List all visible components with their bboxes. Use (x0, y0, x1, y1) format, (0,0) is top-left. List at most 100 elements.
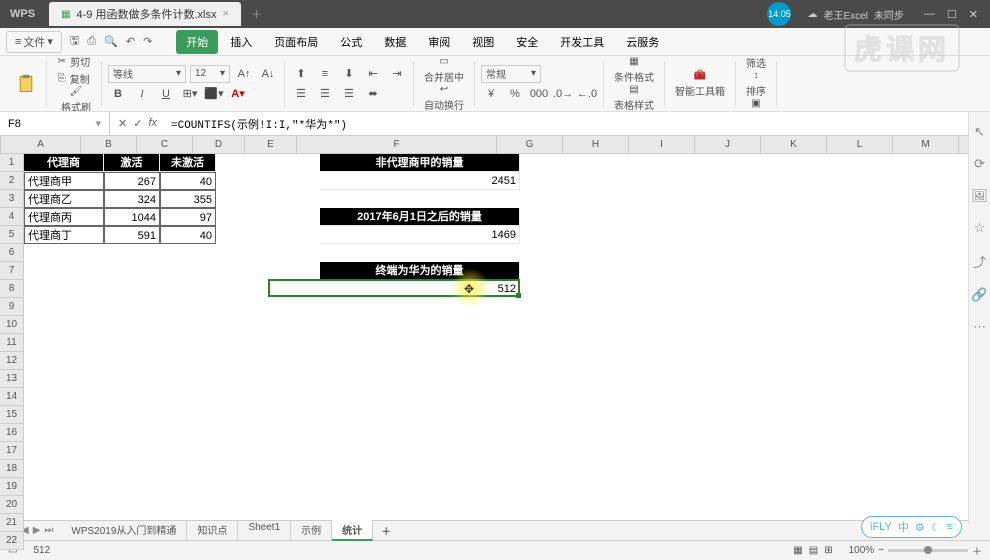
ribbon-tab-1[interactable]: 插入 (220, 30, 262, 54)
cell[interactable]: 2451 (320, 172, 520, 190)
column-headers[interactable]: ABCDEFGHIJKLMN (1, 136, 990, 154)
cut-button[interactable]: ✂剪切 (58, 56, 90, 69)
file-tab[interactable]: ▦ 4-9 用函数做多条件计数.xlsx × (49, 2, 241, 26)
row-header[interactable]: 18 (0, 460, 23, 478)
size-combo[interactable]: 12▾ (190, 65, 230, 83)
row-header[interactable]: 4 (0, 208, 23, 226)
file-menu-button[interactable]: ≡文件▾ (6, 31, 62, 53)
ifly-lang-icon[interactable]: 中 (898, 519, 909, 535)
favorite-icon[interactable]: ☆ (974, 220, 986, 236)
cell[interactable]: 未激活 (160, 154, 216, 172)
user-area[interactable]: ☁ 老王Excel 未同步 (799, 7, 911, 22)
col-header[interactable]: L (827, 136, 893, 153)
preview-icon[interactable]: 🔍 (104, 35, 118, 48)
ribbon-tab-2[interactable]: 页面布局 (264, 30, 328, 54)
cell[interactable]: 40 (160, 226, 216, 244)
gallery-icon[interactable]: 🖼 (971, 188, 988, 204)
print-icon[interactable]: ⎙ (87, 35, 96, 48)
row-header[interactable]: 21 (0, 514, 23, 532)
cell[interactable]: 97 (160, 208, 216, 226)
ifly-gear-icon[interactable]: ⚙ (915, 521, 925, 534)
link-icon[interactable]: 🔗 (971, 287, 987, 303)
refresh-icon[interactable]: ⟳ (974, 156, 985, 172)
align-bottom-icon[interactable]: ⬇ (339, 65, 359, 83)
cell[interactable]: 激活 (104, 154, 160, 172)
sort-button[interactable]: ↕排序 (742, 70, 770, 98)
align-middle-icon[interactable]: ≡ (315, 65, 335, 83)
row-header[interactable]: 14 (0, 388, 23, 406)
ifly-pill[interactable]: iFLY 中 ⚙ ☾ ≡ (861, 516, 962, 538)
cell[interactable]: 40 (160, 172, 216, 190)
bold-button[interactable]: B (108, 85, 128, 103)
col-header[interactable]: B (81, 136, 137, 153)
col-header[interactable]: E (245, 136, 297, 153)
underline-button[interactable]: U (156, 85, 176, 103)
save-icon[interactable]: 🖫 (70, 32, 79, 51)
font-combo[interactable]: 等线▾ (108, 65, 186, 83)
ifly-menu-icon[interactable]: ≡ (947, 521, 953, 533)
zoom-slider[interactable] (888, 549, 968, 552)
fill-button[interactable]: ▣填充 (742, 98, 770, 113)
col-header[interactable]: I (629, 136, 695, 153)
cell[interactable]: 591 (104, 226, 160, 244)
row-header[interactable]: 19 (0, 478, 23, 496)
row-header[interactable]: 12 (0, 352, 23, 370)
row-header[interactable]: 7 (0, 262, 23, 280)
row-header[interactable]: 2 (0, 172, 23, 190)
cell[interactable]: 代理商 (24, 154, 104, 172)
minimize-button[interactable]: — (924, 8, 935, 21)
number-format-combo[interactable]: 常规▾ (481, 65, 541, 83)
ribbon-tab-5[interactable]: 审阅 (418, 30, 460, 54)
cell[interactable]: 代理商丙 (24, 208, 104, 226)
cell[interactable]: 代理商丁 (24, 226, 104, 244)
cell[interactable]: 非代理商甲的销量 (320, 154, 520, 172)
col-header[interactable]: A (1, 136, 81, 153)
fill-color-button[interactable]: ⬛▾ (204, 85, 224, 103)
ribbon-tab-8[interactable]: 开发工具 (550, 30, 614, 54)
currency-icon[interactable]: ¥ (481, 85, 501, 103)
cell[interactable]: 324 (104, 190, 160, 208)
ribbon-tab-7[interactable]: 安全 (506, 30, 548, 54)
col-header[interactable]: F (297, 136, 497, 153)
ribbon-tab-3[interactable]: 公式 (330, 30, 372, 54)
cancel-formula-icon[interactable]: ✕ (118, 117, 127, 130)
row-header[interactable]: 11 (0, 334, 23, 352)
row-header[interactable]: 3 (0, 190, 23, 208)
row-header[interactable]: 1 (0, 154, 23, 172)
ribbon-tab-9[interactable]: 云服务 (616, 30, 669, 54)
fx-icon[interactable]: fx (148, 117, 157, 130)
maximize-button[interactable]: ☐ (947, 8, 957, 21)
cell[interactable]: 1469 (320, 226, 520, 244)
row-header[interactable]: 22 (0, 532, 23, 550)
row-header[interactable]: 10 (0, 316, 23, 334)
cell[interactable]: 代理商乙 (24, 190, 104, 208)
close-tab-icon[interactable]: × (222, 8, 228, 20)
grow-font-icon[interactable]: A↑ (234, 65, 254, 83)
table-style-button[interactable]: ▤表格样式 (610, 84, 658, 112)
ribbon-tab-6[interactable]: 视图 (462, 30, 504, 54)
share-icon[interactable]: ⤴ (973, 252, 986, 271)
col-header[interactable]: J (695, 136, 761, 153)
row-headers[interactable]: 12345678910111213141516171819202122 (0, 154, 24, 550)
col-header[interactable]: M (893, 136, 959, 153)
row-header[interactable]: 9 (0, 298, 23, 316)
col-header[interactable]: G (497, 136, 563, 153)
cell[interactable]: 512 (320, 280, 520, 298)
align-right-icon[interactable]: ☰ (339, 85, 359, 103)
row-header[interactable]: 5 (0, 226, 23, 244)
dec-inc-icon[interactable]: .0→ (553, 85, 573, 103)
col-header[interactable]: K (761, 136, 827, 153)
row-header[interactable]: 13 (0, 370, 23, 388)
redo-icon[interactable]: ↷ (143, 35, 152, 48)
confirm-formula-icon[interactable]: ✓ (133, 117, 142, 130)
percent-icon[interactable]: % (505, 85, 525, 103)
ribbon-tab-4[interactable]: 数据 (374, 30, 416, 54)
ribbon-tab-0[interactable]: 开始 (176, 30, 218, 54)
undo-icon[interactable]: ↶ (126, 35, 135, 48)
cell[interactable]: 355 (160, 190, 216, 208)
shrink-font-icon[interactable]: A↓ (258, 65, 278, 83)
row-header[interactable]: 6 (0, 244, 23, 262)
row-header[interactable]: 20 (0, 496, 23, 514)
cell[interactable]: 2017年6月1日之后的销量 (320, 208, 520, 226)
paste-button[interactable] (12, 74, 40, 94)
